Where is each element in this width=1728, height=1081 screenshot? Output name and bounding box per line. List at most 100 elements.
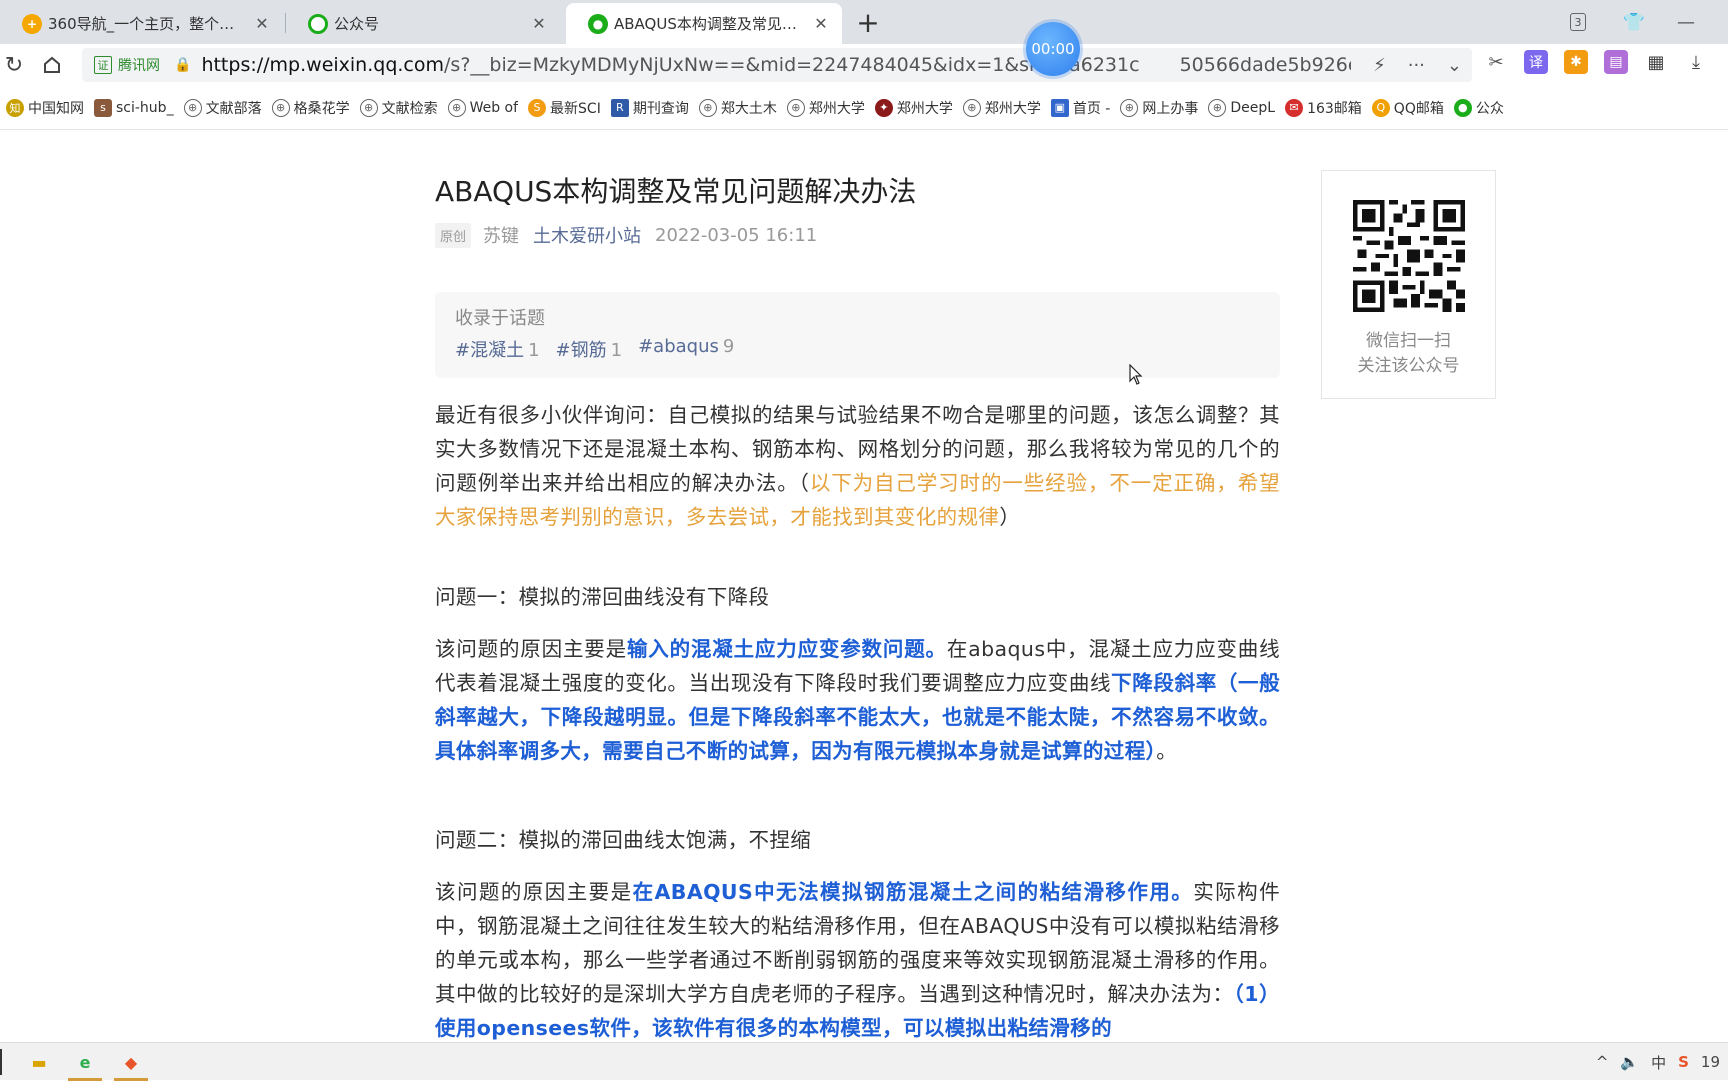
url-host: https://mp.weixin.qq.com (201, 54, 445, 76)
file-explorer-icon[interactable]: ▬ (26, 1049, 52, 1075)
close-icon[interactable]: ✕ (530, 14, 548, 33)
globe-icon: ⊕ (271, 98, 290, 117)
wechat-icon: ● (1453, 98, 1472, 117)
tab-title: 360导航_一个主页，整个世界 (48, 15, 245, 33)
bookmark-item[interactable]: ✉ 163邮箱 (1285, 98, 1362, 118)
notes-icon[interactable]: ▤ (1604, 50, 1628, 74)
bookmark-label: 格桑花学 (293, 100, 350, 117)
shield-ext-icon[interactable]: ✱ (1564, 50, 1588, 74)
bookmark-item[interactable]: Q QQ邮箱 (1371, 98, 1444, 118)
qr-caption-line: 微信扫一扫 (1366, 331, 1451, 351)
globe-icon: ⊕ (183, 98, 202, 117)
qr-code-icon[interactable] (1353, 200, 1465, 312)
author-name: 苏键 (483, 226, 520, 247)
bookmark-item[interactable]: ⊕ 郑州大学 (786, 98, 865, 118)
bookmark-item[interactable]: ▣ 首页 - (1050, 98, 1110, 118)
tab-abaqus-article[interactable]: ● ABAQUS本构调整及常见问题 ✕ (566, 3, 842, 44)
topic-link[interactable]: #钢筋 1 (556, 336, 623, 362)
bookmark-item[interactable]: ⊕ 格桑花学 (271, 98, 350, 118)
mouse-cursor-icon (1129, 364, 1143, 385)
taskbar-edge (0, 1049, 2, 1075)
bookmark-item[interactable]: ⊕ 网上办事 (1120, 98, 1198, 118)
reload-button[interactable]: ↻ (0, 51, 28, 79)
publish-date: 2022-03-05 16:11 (655, 224, 818, 246)
new-tab-button[interactable]: + (853, 6, 883, 39)
chevron-up-icon[interactable]: ^ (1596, 1053, 1609, 1071)
url-tail: 50566dade5b926e7a8c4b&chksr (1179, 54, 1352, 76)
trust-badge[interactable]: 证 腾讯网 (94, 55, 160, 75)
download-icon[interactable]: ⤓ (1684, 50, 1708, 74)
tab-360-home[interactable]: + 360导航_一个主页，整个世界 ✕ (0, 3, 283, 44)
bookmark-label: 期刊查询 (632, 100, 689, 117)
bookmark-label: QQ邮箱 (1393, 100, 1444, 117)
original-tag: 原创 (435, 222, 472, 248)
url-text[interactable]: https://mp.weixin.qq.com/s?__biz=MzkyMDM… (201, 54, 1351, 76)
bookmark-cnki[interactable]: 知中国知网 (6, 98, 84, 118)
more-icon[interactable]: ··· (1408, 55, 1425, 76)
omnibox-actions: ⚡ ··· ⌄ (1373, 48, 1462, 82)
bookmark-item[interactable]: S 最新SCI (528, 98, 601, 118)
bookmark-label: 公众 (1475, 100, 1504, 117)
globe-icon: ⊕ (698, 98, 717, 117)
page-icon: ▣ (1050, 98, 1069, 117)
tab-gongzhonghao[interactable]: 公众号 ✕ (286, 3, 560, 44)
minimize-button[interactable]: — (1672, 8, 1700, 36)
lightning-icon[interactable]: ⚡ (1373, 55, 1386, 76)
translate-icon[interactable]: 译 (1524, 50, 1548, 74)
sogou-icon[interactable]: S (1678, 1053, 1689, 1071)
system-tray: ^ 🔈 中 S 19 (1596, 1043, 1728, 1081)
bookmark-item[interactable]: ● 公众 (1453, 98, 1504, 118)
ime-indicator[interactable]: 中 (1651, 1052, 1666, 1073)
bookmark-item[interactable]: ⊕ 文献部落 (183, 98, 262, 118)
bookmark-item[interactable]: ⊕ DeepL (1208, 98, 1275, 117)
speaker-icon[interactable]: 🔈 (1620, 1053, 1639, 1071)
scissors-icon[interactable]: ✂ (1484, 50, 1508, 74)
cnki-icon: 知 (6, 98, 24, 117)
text-span: 该问题的原因主要是 (435, 637, 627, 661)
topic-header: 收录于话题 (455, 308, 545, 329)
globe-icon: ⊕ (359, 98, 378, 117)
home-icon (44, 56, 60, 73)
window-count-button[interactable]: 3 (1564, 8, 1592, 36)
bookmark-item[interactable]: R 期刊查询 (610, 98, 689, 118)
account-link[interactable]: 土木爱研小站 (533, 222, 641, 248)
lock-warning-icon[interactable]: 🔒 (174, 57, 191, 73)
close-icon[interactable]: ✕ (253, 14, 271, 33)
text-span: 该问题的原因主要是 (435, 880, 633, 904)
recording-timer[interactable]: 00:00 (1026, 22, 1080, 76)
bookmark-item[interactable]: ⊕ 郑大土木 (698, 98, 777, 118)
shirt-skin-icon[interactable]: 👕 (1620, 8, 1648, 36)
question-two-answer: 该问题的原因主要是在ABAQUS中无法模拟钢筋混凝土之间的粘结滑移作用。实际构件… (435, 875, 1280, 1045)
qr-caption: 微信扫一扫 关注该公众号 (1322, 329, 1495, 379)
globe-icon: ⊕ (786, 98, 805, 117)
topic-link[interactable]: #混凝土 1 (455, 336, 540, 362)
bookmark-label: 最新SCI (550, 100, 601, 117)
clock[interactable]: 19 (1701, 1053, 1720, 1071)
topic-count: 1 (528, 340, 540, 361)
bookmark-item[interactable]: ⊕ 郑州大学 (962, 98, 1041, 118)
bookmark-label: 郑州大学 (896, 100, 953, 117)
text-span: 。 (1156, 739, 1178, 763)
trust-label: 腾讯网 (118, 58, 160, 74)
window-count-badge: 3 (1570, 13, 1586, 31)
tab-strip: + 360导航_一个主页，整个世界 ✕ 公众号 ✕ ● ABAQUS本构调整及常… (0, 0, 1728, 44)
bookmark-label: 郑州大学 (984, 100, 1041, 117)
emphasis-text: 在ABAQUS中无法模拟钢筋混凝土之间的粘结滑移作用。 (632, 880, 1194, 904)
163-icon: ✉ (1285, 98, 1304, 117)
chevron-down-icon[interactable]: ⌄ (1447, 55, 1462, 76)
topic-link[interactable]: #abaqus 9 (638, 336, 734, 362)
bookmark-label: 中国知网 (28, 100, 84, 117)
app-drop-icon[interactable]: ◆ (114, 1049, 148, 1081)
bookmark-item[interactable]: ⊕ Web of (447, 98, 518, 117)
address-bar[interactable]: 证 腾讯网 🔒 https://mp.weixin.qq.com/s?__biz… (82, 48, 1472, 82)
scihub-icon: s (94, 98, 112, 117)
certificate-icon: 证 (94, 56, 112, 74)
bookmark-item[interactable]: ✦ 郑州大学 (874, 98, 953, 118)
browser-ie-icon[interactable]: e (68, 1049, 102, 1081)
question-one-heading: 问题一：模拟的滞回曲线没有下降段 (435, 585, 770, 609)
bookmark-scihub[interactable]: s sci-hub_ (94, 98, 174, 117)
home-button[interactable] (38, 51, 66, 79)
apps-grid-icon[interactable]: ▦ (1644, 50, 1668, 74)
bookmark-item[interactable]: ⊕ 文献检索 (359, 98, 438, 118)
close-icon[interactable]: ✕ (812, 14, 830, 33)
